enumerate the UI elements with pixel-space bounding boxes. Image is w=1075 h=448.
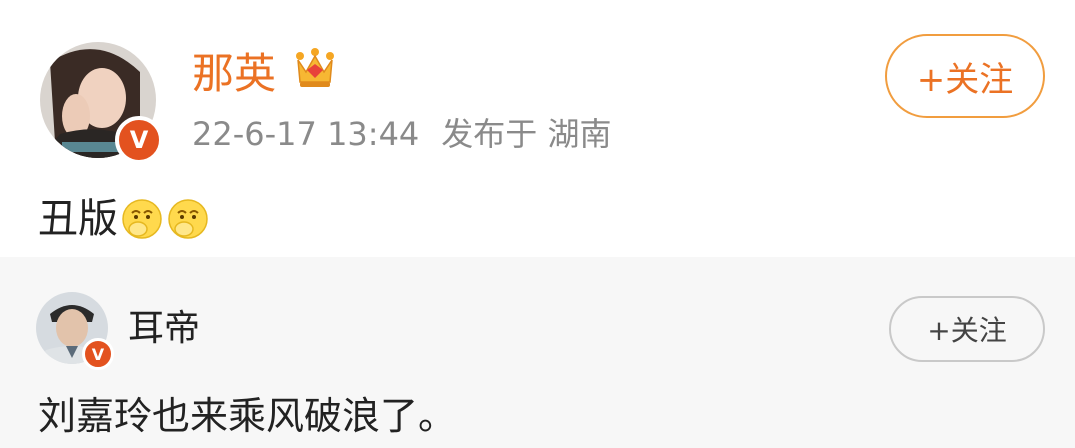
verified-badge-icon: V (115, 116, 163, 164)
post-text: 丑版 (38, 196, 118, 242)
repost-follow-button[interactable]: +关注 (889, 296, 1045, 362)
author-name[interactable]: 那英 (192, 48, 276, 100)
post-content: 丑版 (38, 194, 210, 244)
follow-button[interactable]: +关注 (885, 34, 1045, 118)
post-location: 发布于 湖南 (441, 115, 612, 153)
crown-icon (296, 48, 334, 87)
pondering-face-icon (168, 199, 208, 239)
repost-author-name[interactable]: 耳帝 (128, 306, 200, 352)
post-meta: 22-6-17 13:44 发布于 湖南 (192, 114, 633, 154)
repost-content: 刘嘉玲也来乘风破浪了。 (38, 394, 457, 438)
repost-verified-badge-icon: V (82, 338, 114, 370)
pondering-face-icon (122, 199, 162, 239)
weibo-post: V 那英 22-6-17 13:44 发布于 湖南 +关注 丑版 (0, 0, 1075, 257)
post-timestamp: 22-6-17 13:44 (192, 115, 420, 153)
